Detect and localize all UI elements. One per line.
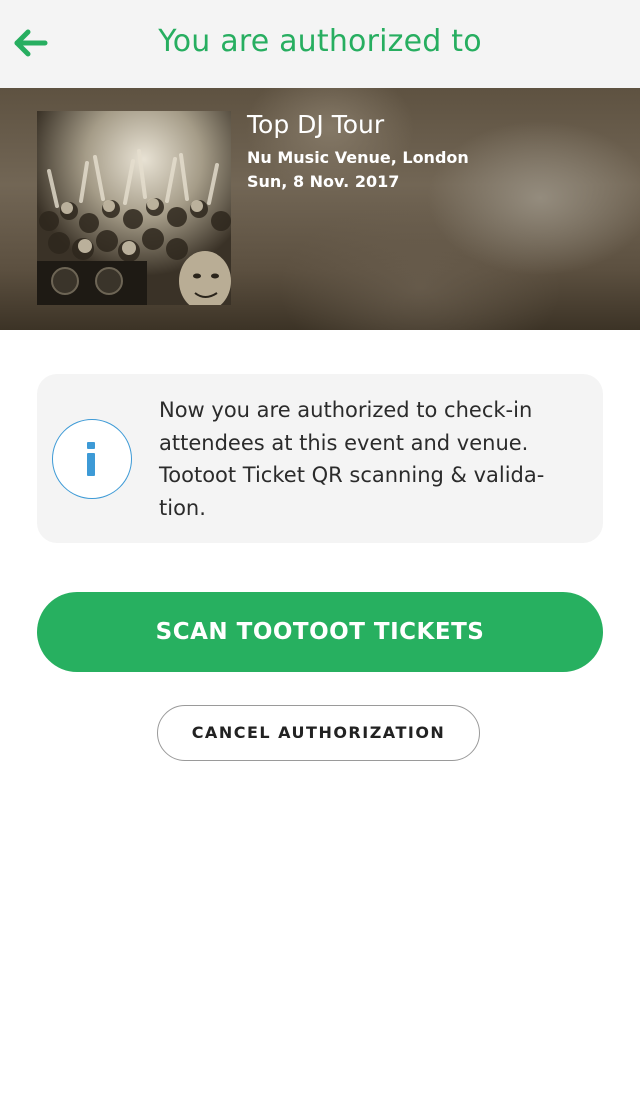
info-line-1: Now you are authorized to check-in [159, 398, 533, 422]
event-banner: Top DJ Tour Nu Music Venue, London Sun, … [0, 88, 640, 330]
event-title: Top DJ Tour [247, 110, 385, 139]
info-line-2: attendees at this event and venue. [159, 430, 529, 455]
scan-tickets-button[interactable]: SCAN TOOTOOT TICKETS [37, 592, 603, 672]
cancel-authorization-button[interactable]: CANCEL AUTHORIZATION [157, 705, 480, 761]
event-image [37, 111, 231, 305]
info-line-4: tion. [159, 495, 206, 520]
back-button[interactable] [8, 22, 54, 64]
arrow-left-icon [14, 29, 48, 57]
info-line-3: Tootoot Ticket QR scanning & valida- [159, 463, 545, 487]
page-title: You are authorized to [158, 24, 482, 59]
info-card: Now you are authorized to check-in atten… [37, 374, 603, 543]
event-date: Sun, 8 Nov. 2017 [247, 172, 400, 191]
info-icon [52, 419, 132, 499]
app-screen: You are authorized to Top DJ Tour Nu Mus… [0, 0, 640, 1096]
info-message: Now you are authorized to check-in atten… [159, 394, 589, 524]
top-bar: You are authorized to [0, 0, 640, 88]
event-venue: Nu Music Venue, London [247, 148, 469, 167]
